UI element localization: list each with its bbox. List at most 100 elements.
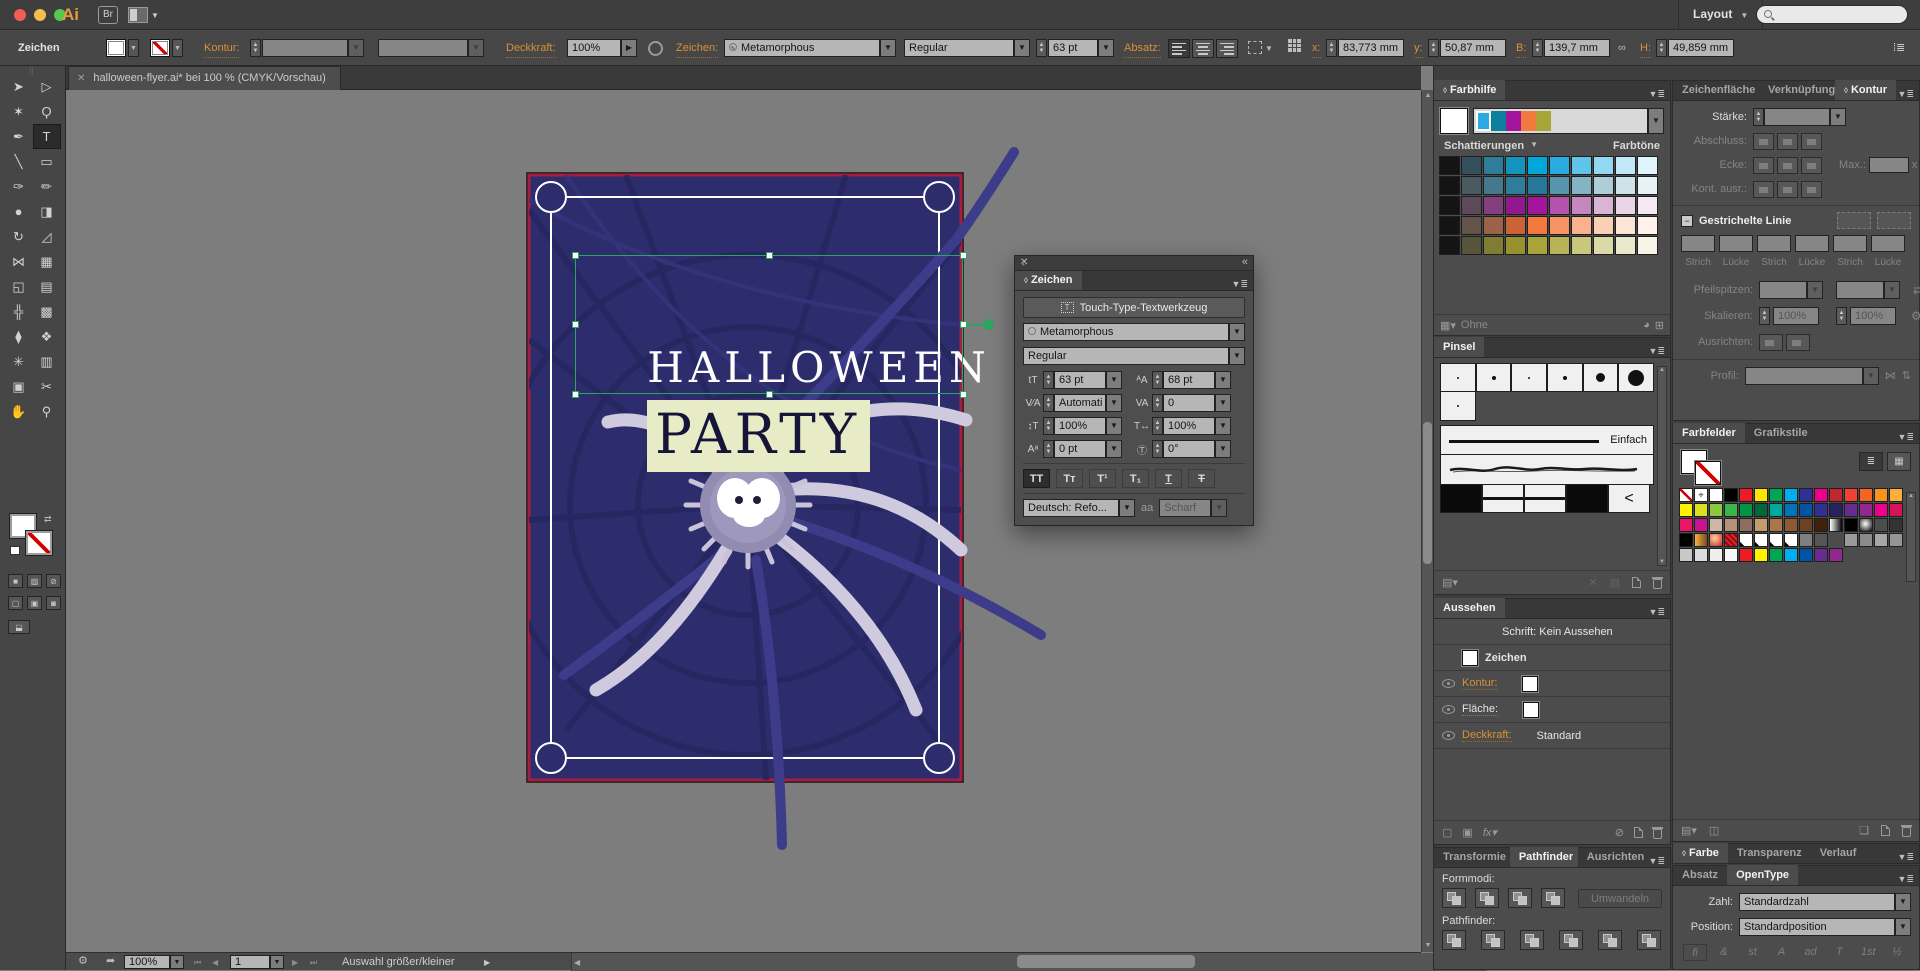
add-effect-icon[interactable]: fx▾ bbox=[1483, 826, 1497, 839]
swatch[interactable] bbox=[1874, 488, 1888, 502]
calligraphic-brush[interactable] bbox=[1511, 363, 1547, 392]
swatch[interactable] bbox=[1679, 533, 1693, 547]
char-rotation-control[interactable]: Ⓣ▲▼0°▼ bbox=[1132, 440, 1231, 458]
touch-type-tool-button[interactable]: TTouch-Type-Textwerkzeug bbox=[1023, 297, 1245, 318]
font-family-dd[interactable]: ▼ bbox=[880, 39, 896, 57]
swatch[interactable] bbox=[1754, 548, 1768, 562]
join-buttons[interactable]: Max.: x bbox=[1753, 156, 1917, 174]
rotate-tool-icon[interactable]: ↻ bbox=[5, 224, 33, 249]
artboard-dd[interactable]: ▼ bbox=[270, 955, 284, 969]
height-stepper[interactable]: ▲▼ bbox=[1656, 39, 1667, 57]
strikethrough-button[interactable]: T bbox=[1188, 469, 1215, 488]
delete-brush-icon[interactable] bbox=[1653, 579, 1662, 589]
position-field[interactable]: Standardposition bbox=[1739, 918, 1895, 936]
font-family-field[interactable]: Metamorphous bbox=[724, 39, 880, 57]
kerning-field[interactable]: Automati bbox=[1054, 394, 1106, 412]
white-swatch[interactable] bbox=[1523, 702, 1539, 718]
share-icon[interactable]: ➦ bbox=[106, 954, 115, 967]
kerning-control[interactable]: V⁄A▲▼Automati▼ bbox=[1023, 394, 1122, 412]
height-field[interactable]: 49,859 mm bbox=[1668, 39, 1734, 57]
font-style-field[interactable]: Regular bbox=[904, 39, 1014, 57]
zoom-level-dd[interactable]: ▼ bbox=[170, 955, 184, 969]
zoom-tool-icon[interactable]: ⚲ bbox=[33, 399, 61, 424]
tracking-stepper[interactable]: ▲▼ bbox=[1152, 394, 1163, 412]
subscript-button[interactable]: T₁ bbox=[1122, 469, 1149, 488]
eraser-tool-icon[interactable]: ◨ bbox=[33, 199, 61, 224]
character-label[interactable]: Zeichen: bbox=[676, 39, 718, 58]
calligraphic-brush[interactable] bbox=[1440, 363, 1476, 392]
width-field[interactable]: 139,7 mm bbox=[1544, 39, 1610, 57]
baseline-shift-control[interactable]: Aᵃ▲▼0 pt▼ bbox=[1023, 440, 1122, 458]
shape-builder-tool-icon[interactable]: ◱ bbox=[5, 274, 33, 299]
color-variation-swatch[interactable] bbox=[1571, 156, 1592, 175]
close-tab-icon[interactable]: ✕ bbox=[77, 73, 85, 84]
stroke-weight-stepper[interactable]: ▲▼ bbox=[250, 39, 261, 57]
swatch[interactable] bbox=[1844, 488, 1858, 502]
brush-options-icon[interactable]: ▤ bbox=[1610, 576, 1620, 589]
swatch[interactable] bbox=[1799, 503, 1813, 517]
stroke-weight-dd[interactable]: ▼ bbox=[348, 39, 364, 57]
lasso-tool-icon[interactable]: Ϙ bbox=[33, 99, 61, 124]
intersect-button[interactable] bbox=[1508, 888, 1532, 908]
document-tab[interactable]: ✕halloween-flyer.ai* bei 100 % (CMYK/Vor… bbox=[68, 66, 341, 90]
color-variation-swatch[interactable] bbox=[1483, 236, 1504, 255]
type-tool-icon[interactable]: T bbox=[33, 124, 61, 149]
visibility-eye-icon[interactable] bbox=[1442, 705, 1455, 714]
magic-wand-tool-icon[interactable]: ✶ bbox=[5, 99, 33, 124]
char-rotation-field[interactable]: 0° bbox=[1163, 440, 1215, 458]
color-variation-swatch[interactable] bbox=[1483, 176, 1504, 195]
tab-opentype[interactable]: OpenType bbox=[1727, 865, 1798, 885]
control-bar-menu-icon[interactable]: ⁞≣ bbox=[1893, 41, 1905, 54]
color-variation-swatch[interactable] bbox=[1461, 216, 1482, 235]
divide-button[interactable] bbox=[1442, 930, 1466, 950]
y-stepper[interactable]: ▲▼ bbox=[1428, 39, 1439, 57]
color-variation-swatch[interactable] bbox=[1461, 156, 1482, 175]
stroke-weight-field[interactable] bbox=[262, 39, 348, 57]
minus-front-button[interactable] bbox=[1475, 888, 1499, 908]
selection-handle[interactable] bbox=[766, 391, 773, 398]
visibility-eye-icon[interactable] bbox=[1442, 731, 1455, 740]
new-stroke-icon[interactable]: ▢ bbox=[1442, 826, 1452, 839]
char-style-dd[interactable]: ▼ bbox=[1229, 347, 1245, 365]
pattern-brush[interactable] bbox=[1482, 485, 1524, 513]
scale2-field[interactable]: 100% bbox=[1850, 307, 1896, 325]
swatch[interactable] bbox=[1859, 503, 1873, 517]
opacity-label[interactable]: Deckkraft: bbox=[506, 39, 556, 58]
selection-handle[interactable] bbox=[766, 252, 773, 259]
swatch[interactable] bbox=[1694, 503, 1708, 517]
calligraphic-brush[interactable] bbox=[1618, 363, 1654, 392]
gradient-button[interactable]: ▨ bbox=[27, 574, 42, 588]
color-variation-swatch[interactable] bbox=[1593, 156, 1614, 175]
swatch-libraries-icon[interactable]: ▤▾ bbox=[1681, 824, 1697, 837]
swatch[interactable] bbox=[1679, 548, 1693, 562]
perspective-grid-tool-icon[interactable]: ▤ bbox=[33, 274, 61, 299]
preferences-icon[interactable]: ⚙ bbox=[78, 954, 88, 967]
swatch[interactable] bbox=[1694, 548, 1708, 562]
font-size-control[interactable]: tT▲▼63 pt▼ bbox=[1023, 371, 1122, 389]
selection-handle[interactable] bbox=[572, 252, 579, 259]
font-size-stepper[interactable]: ▲▼ bbox=[1043, 371, 1054, 389]
base-color-swatch[interactable] bbox=[1440, 108, 1468, 134]
swatch[interactable] bbox=[1754, 503, 1768, 517]
swatch[interactable] bbox=[1844, 518, 1858, 532]
color-button[interactable]: ■ bbox=[8, 574, 23, 588]
appearance-row[interactable]: Kontur: bbox=[1434, 671, 1670, 697]
align-stroke-buttons[interactable] bbox=[1753, 181, 1917, 198]
horizontal-scale-field[interactable]: 100% bbox=[1163, 417, 1215, 435]
swatch[interactable] bbox=[1799, 533, 1813, 547]
none-swatch[interactable] bbox=[1522, 676, 1538, 692]
y-label[interactable]: y: bbox=[1414, 39, 1423, 58]
search-input[interactable] bbox=[1756, 5, 1908, 24]
baseline-shift-stepper[interactable]: ▲▼ bbox=[1043, 440, 1054, 458]
umwandeln-button[interactable]: Umwandeln bbox=[1578, 889, 1662, 908]
mesh-tool-icon[interactable]: ╬ bbox=[5, 299, 33, 324]
swap-arrowheads-icon[interactable]: ⇄ bbox=[1913, 281, 1920, 299]
font-size-field[interactable]: 63 pt bbox=[1048, 39, 1098, 57]
profil-field[interactable] bbox=[1745, 367, 1863, 385]
color-variation-swatch[interactable] bbox=[1571, 196, 1592, 215]
harmony-strip[interactable] bbox=[1473, 108, 1648, 134]
panel-menu-icon[interactable]: ▼≣ bbox=[1649, 343, 1670, 357]
swatch[interactable] bbox=[1739, 518, 1753, 532]
tab-verknuepfung[interactable]: Verknüpfung bbox=[1759, 80, 1835, 100]
leading-field[interactable]: 68 pt bbox=[1163, 371, 1215, 389]
